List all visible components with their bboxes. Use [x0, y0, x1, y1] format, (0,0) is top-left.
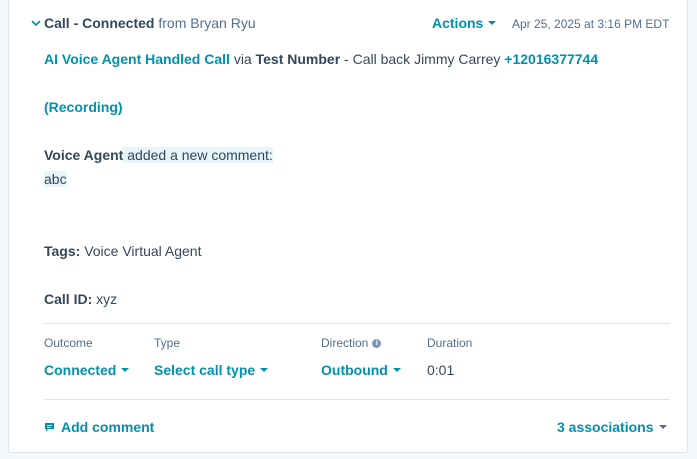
- caret-down-icon: [488, 21, 497, 26]
- add-comment-label: Add comment: [61, 419, 155, 435]
- comment-body: abc: [44, 171, 67, 187]
- tags-row: Tags: Voice Virtual Agent: [44, 243, 201, 259]
- direction-label-wrap: Direction i: [321, 336, 382, 350]
- activity-timestamp: Apr 25, 2025 at 3:16 PM EDT: [512, 17, 670, 31]
- call-activity-card: Call - Connected from Bryan Ryu Actions …: [8, 0, 688, 453]
- duration-value: 0:01: [427, 362, 455, 378]
- chevron-down-icon[interactable]: [31, 18, 41, 28]
- outcome-label: Outcome: [44, 336, 93, 350]
- comment-author: Voice Agent: [44, 147, 124, 163]
- divider-top: [44, 323, 670, 324]
- number-name: Test Number: [255, 51, 341, 67]
- direction-dropdown[interactable]: Outbound: [321, 362, 401, 378]
- recording-link[interactable]: (Recording): [44, 99, 123, 115]
- phone-link[interactable]: +12016377744: [504, 51, 598, 67]
- duration-label: Duration: [427, 336, 473, 350]
- type-value: Select call type: [154, 362, 256, 378]
- caret-down-icon: [260, 368, 269, 373]
- direction-value: Outbound: [321, 362, 388, 378]
- associations-label: 3 associations: [557, 419, 654, 435]
- activity-header: Call - Connected from Bryan Ryu: [44, 15, 256, 31]
- type-label: Type: [154, 336, 181, 350]
- associations-dropdown[interactable]: 3 associations: [557, 419, 667, 435]
- add-comment-button[interactable]: Add comment: [44, 419, 154, 435]
- call-id-label: Call ID:: [44, 291, 93, 307]
- activity-title: Call - Connected: [44, 15, 155, 31]
- call-id-value: xyz: [96, 291, 118, 307]
- caret-down-icon: [658, 425, 667, 430]
- tags-value: Voice Virtual Agent: [84, 243, 202, 259]
- tags-label: Tags:: [44, 243, 81, 259]
- divider-bottom: [44, 399, 670, 400]
- comment-icon: [45, 423, 54, 432]
- caret-down-icon: [121, 368, 130, 373]
- via-text: via: [233, 51, 252, 67]
- call-id-row: Call ID: xyz: [44, 291, 117, 307]
- agent-link[interactable]: AI Voice Agent Handled Call: [44, 51, 230, 67]
- actions-label: Actions: [432, 15, 484, 31]
- callback-text: - Call back Jimmy Carrey: [344, 51, 501, 67]
- info-icon[interactable]: i: [372, 339, 382, 348]
- caret-down-icon: [392, 368, 401, 373]
- type-dropdown[interactable]: Select call type: [154, 362, 269, 378]
- outcome-value: Connected: [44, 362, 117, 378]
- comment-action: added a new comment:: [123, 147, 273, 163]
- actions-dropdown[interactable]: Actions: [432, 15, 497, 31]
- outcome-dropdown[interactable]: Connected: [44, 362, 130, 378]
- comment-header: Voice Agent added a new comment:: [44, 147, 273, 163]
- activity-from: from Bryan Ryu: [158, 15, 256, 31]
- direction-label: Direction: [321, 336, 369, 350]
- call-summary: AI Voice Agent Handled Call via Test Num…: [44, 51, 598, 67]
